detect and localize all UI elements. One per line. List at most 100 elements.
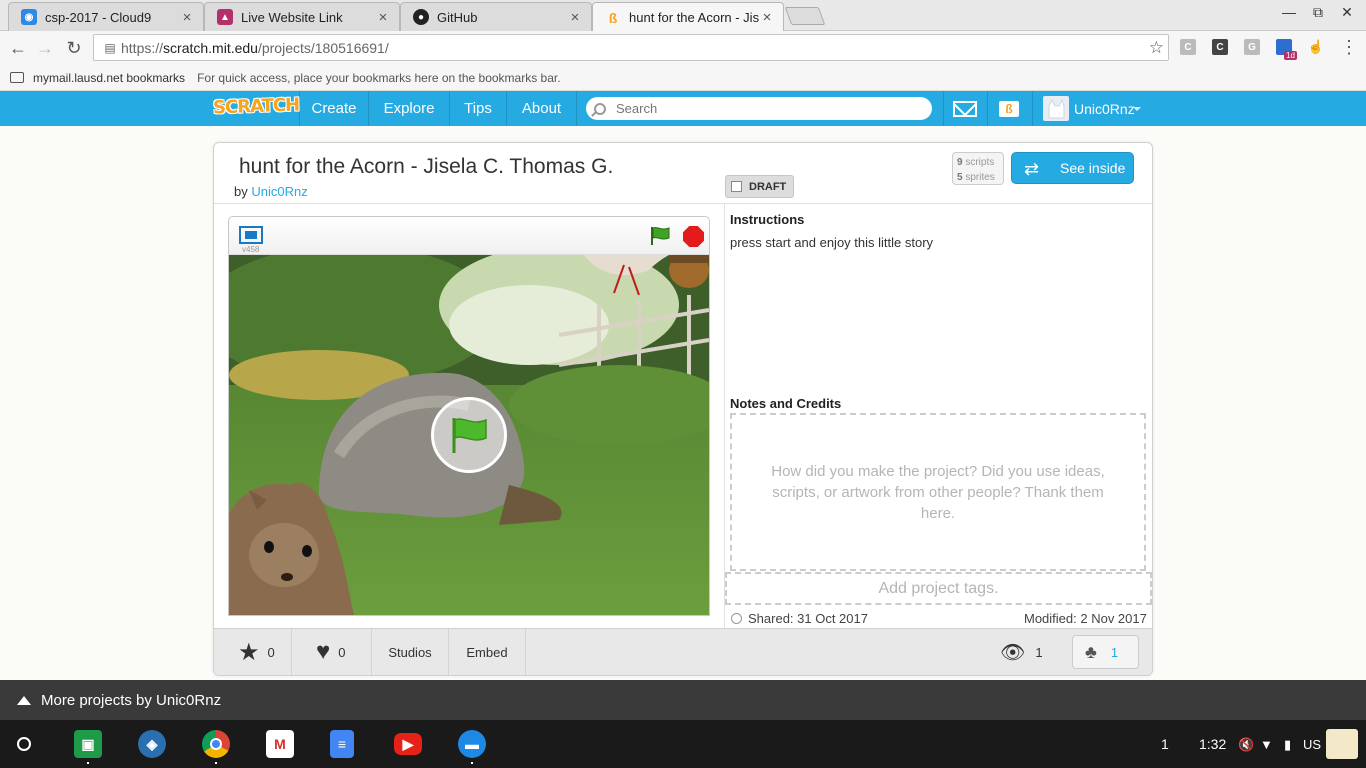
username[interactable]: Unic0Rnz	[1074, 101, 1135, 117]
stop-icon[interactable]	[683, 226, 704, 247]
locale-label[interactable]: US	[1303, 737, 1321, 752]
notes-field[interactable]: How did you make the project? Did you us…	[730, 413, 1146, 571]
close-icon[interactable]: ×	[179, 9, 195, 26]
bookmark-star-icon[interactable]: ☆	[1149, 38, 1164, 58]
tab-strip: ◉ csp-2017 - Cloud9 × ▲ Live Website Lin…	[0, 0, 1366, 32]
tab-cloud9[interactable]: ◉ csp-2017 - Cloud9 ×	[8, 2, 204, 31]
project-title[interactable]: hunt for the Acorn - Jisela C. Thomas G.	[239, 155, 613, 179]
wifi-icon[interactable]: ▼	[1260, 737, 1273, 752]
launcher-icon[interactable]	[17, 737, 31, 751]
studios-button[interactable]: Studios	[372, 629, 449, 675]
extension-icon[interactable]: C	[1180, 39, 1196, 55]
my-stuff-icon[interactable]: ß	[999, 101, 1019, 117]
avatar[interactable]	[1043, 96, 1069, 121]
address-bar[interactable]: ▤ https://scratch.mit.edu/projects/18051…	[93, 34, 1169, 61]
scratch-navbar: SCRATCH Create Explore Tips About	[0, 91, 1366, 126]
instructions-text[interactable]: press start and enjoy this little story	[730, 235, 933, 250]
minimize-icon[interactable]: —	[1276, 4, 1302, 20]
nav-divider	[987, 91, 988, 126]
running-indicator	[87, 762, 89, 764]
page-info-icon[interactable]: ▤	[99, 41, 121, 55]
views-stat: 👁 1	[1000, 629, 1048, 675]
remix-tree-icon: ♣	[1085, 641, 1097, 662]
tab-title: hunt for the Acorn - Jisela	[629, 10, 759, 25]
author-link[interactable]: Unic0Rnz	[251, 184, 307, 199]
menu-icon[interactable]: ⋮	[1340, 37, 1358, 58]
scratch-logo[interactable]: SCRATCH	[213, 95, 300, 119]
github-icon: ●	[413, 9, 429, 25]
close-icon[interactable]: ×	[375, 9, 391, 26]
nav-tips[interactable]: Tips	[450, 91, 507, 126]
mute-icon[interactable]: 🔇	[1238, 737, 1254, 753]
search-box[interactable]	[586, 97, 932, 120]
love-count: 0	[338, 644, 346, 660]
bookmark-folder[interactable]: mymail.lausd.net bookmarks	[33, 71, 185, 85]
divider	[214, 203, 1152, 204]
love-button[interactable]: ♥ 0	[292, 629, 372, 675]
close-icon[interactable]: ×	[759, 9, 775, 26]
tab-title: Live Website Link	[241, 9, 343, 25]
more-projects-bar[interactable]: More projects by Unic0Rnz	[0, 680, 1366, 720]
nav-explore[interactable]: Explore	[369, 91, 450, 126]
favorite-button[interactable]: ★ 0	[214, 629, 292, 675]
modified-date: Modified: 2 Nov 2017	[1024, 611, 1147, 626]
close-icon[interactable]: ×	[567, 9, 583, 26]
green-flag-icon[interactable]	[649, 225, 671, 247]
files-app-icon[interactable]: ▬	[458, 730, 486, 758]
player-controls: v458	[229, 217, 709, 255]
extension-icon[interactable]: G	[1244, 39, 1260, 55]
new-tab-button[interactable]	[784, 7, 826, 25]
extension-icon[interactable]: C	[1212, 39, 1228, 55]
embed-button[interactable]: Embed	[449, 629, 526, 675]
restore-icon[interactable]: ⧉	[1305, 4, 1331, 21]
clock-icon	[731, 613, 742, 624]
window-close-icon[interactable]: ✕	[1334, 4, 1360, 21]
gmail-app-icon[interactable]: M	[266, 730, 294, 758]
nav-divider	[1032, 91, 1033, 126]
extension-icon[interactable]: ☝	[1308, 39, 1324, 55]
divider	[724, 204, 725, 628]
tab-title: csp-2017 - Cloud9	[45, 9, 152, 25]
forward-icon[interactable]: →	[34, 37, 56, 59]
stage[interactable]	[229, 255, 709, 615]
folder-icon	[10, 72, 24, 83]
tags-field[interactable]: Add project tags.	[725, 572, 1152, 605]
play-overlay-button[interactable]	[431, 397, 507, 473]
docs-app-icon[interactable]: ≡	[330, 730, 354, 758]
back-icon[interactable]: ←	[7, 37, 29, 59]
clock[interactable]: 1:32	[1199, 736, 1226, 752]
shield-app-icon[interactable]: ◈	[138, 730, 166, 758]
favorite-count: 0	[267, 644, 275, 660]
battery-icon[interactable]: ▮	[1284, 737, 1291, 753]
tab-live-website[interactable]: ▲ Live Website Link ×	[204, 2, 400, 31]
remix-tree-button[interactable]: ♣ 1	[1072, 635, 1139, 669]
nav-create[interactable]: Create	[300, 91, 369, 126]
nav-about[interactable]: About	[507, 91, 577, 126]
nav-divider	[943, 91, 944, 126]
bookmarks-bar: mymail.lausd.net bookmarks For quick acc…	[0, 65, 1366, 91]
by-label: by	[234, 184, 248, 199]
reload-icon[interactable]: ↻	[63, 37, 85, 59]
project-counts: 9 scripts 5 sprites	[952, 152, 1004, 185]
checkbox-icon[interactable]	[731, 181, 742, 192]
tab-title: GitHub	[437, 9, 478, 25]
draft-toggle[interactable]: DRAFT	[725, 175, 794, 198]
running-indicator	[471, 762, 473, 764]
fullscreen-icon[interactable]	[239, 226, 263, 244]
tab-scratch-project[interactable]: ß hunt for the Acorn - Jisela ×	[592, 2, 784, 32]
see-inside-label: See inside	[1060, 160, 1126, 176]
notification-count[interactable]: 1	[1161, 736, 1169, 752]
tab-github[interactable]: ● GitHub ×	[400, 2, 592, 31]
chevron-down-icon[interactable]	[1133, 107, 1141, 111]
youtube-app-icon[interactable]: ▶	[394, 733, 422, 755]
search-input[interactable]	[616, 101, 916, 116]
star-icon: ★	[238, 638, 260, 666]
extension-badge: 1d	[1284, 51, 1297, 60]
chrome-app-icon[interactable]	[202, 730, 230, 758]
classroom-app-icon[interactable]: ▣	[74, 730, 102, 758]
scratch-icon: ß	[608, 9, 618, 26]
instructions-heading: Instructions	[730, 212, 805, 227]
messages-icon[interactable]	[953, 101, 977, 117]
see-inside-button[interactable]: ⇄ See inside	[1011, 152, 1134, 184]
user-avatar[interactable]	[1326, 729, 1358, 759]
